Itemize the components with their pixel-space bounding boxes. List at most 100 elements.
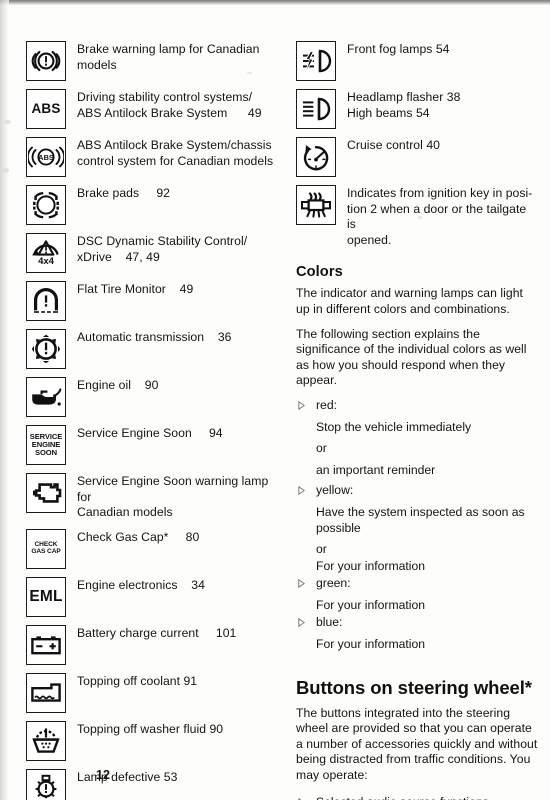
entry-description: Lamp defective 53 [77,769,178,784]
coolant-icon [26,672,66,713]
brake-warning-canadian-icon [26,41,66,81]
check-gas-cap-icon-label: CHECK GAS CAP [31,541,61,555]
buttons-item-label: Selected audio source functions [316,795,489,800]
color-detail: Have the system inspected as soon as pos… [316,504,525,535]
door-open-icon [296,185,336,225]
abs-icon-label: ABS [31,101,61,117]
entry-description: Topping off coolant 91 [77,673,198,688]
entry-description: ABS Antilock Brake System/chassis contro… [77,138,274,168]
entry-headlamp-flasher: Headlamp flasher 38 High beams 54 [296,89,538,129]
manual-page: Brake warning lamp for Canadian models A… [0,0,550,800]
color-detail: For your information [316,558,426,573]
scan-speckle [3,168,9,173]
entry-flat-tire-monitor: Flat Tire Monitor 49 [26,281,284,321]
entry-topping-off-coolant: Topping off coolant 91 [26,672,284,713]
front-fog-lamps-icon [296,41,336,81]
buttons-item-audio: Selected audio source functions [296,795,538,800]
entry-description: Engine oil 90 [77,378,159,392]
scan-speckle [4,120,11,124]
color-item-blue: blue: [296,615,538,631]
headlamp-flasher-icon [296,89,336,129]
page-ref: 47, 49 [125,249,160,264]
colors-paragraph-1: The indicator and warning lamps can ligh… [296,286,523,316]
lamp-defective-icon [26,768,66,800]
entry-description: Brake warning lamp for Canadian models [77,42,260,72]
entry-battery-charge-current: Battery charge current 101 [26,624,284,665]
page-ref: 36 [217,330,232,344]
triangle-bullet-icon [298,579,305,589]
entry-service-engine-soon: SERVICE ENGINE SOON Service Engine Soon … [26,425,284,465]
entry-description: Flat Tire Monitor 49 [77,282,194,296]
page-ref: 101 [215,625,237,640]
entry-brake-warning-canadian: Brake warning lamp for Canadian models [26,41,284,81]
buttons-steering-wheel-section: Buttons on steering wheel* The buttons i… [296,677,538,800]
color-label: green: [316,576,351,591]
dsc-4x4-icon: 4x4 [26,233,66,273]
check-gas-cap-text-icon: CHECK GAS CAP [26,528,66,569]
color-label: blue: [316,615,343,630]
entry-description: DSC Dynamic Stability Control/ xDrive 47… [77,234,248,264]
page-ref: 53 [163,769,178,784]
eml-icon-label: EML [29,587,63,605]
buttons-heading: Buttons on steering wheel* [296,676,532,698]
page-ref: 49 [179,282,194,296]
right-column: Front fog lamps 54 Headlamp flasher 38 H… [296,0,538,800]
entry-engine-electronics: EML Engine electronics 34 [26,576,284,617]
entry-description: Check Gas Cap* 80 [77,529,200,544]
page-ref: 49 [247,105,262,120]
page-ref: 40 [426,138,440,152]
colors-heading: Colors [296,264,343,281]
abs-text-icon: ABS [26,89,66,129]
color-item-green: green: [296,576,538,592]
triangle-bullet-icon [298,400,305,410]
check-engine-icon [26,473,66,513]
entry-description: Cruise control 40 [347,138,440,152]
page-ref: 92 [156,186,170,200]
flat-tire-monitor-icon [26,281,66,321]
colors-paragraph-2: The following section explains the signi… [296,326,527,388]
entry-description: Service Engine Soon warning lamp for Can… [77,474,269,520]
washer-fluid-icon [26,720,66,761]
entry-description: Service Engine Soon 94 [77,426,223,440]
color-detail: For your information [316,597,426,612]
entry-dsc-xdrive: 4x4 DSC Dynamic Stability Control/ xDriv… [26,233,284,273]
triangle-bullet-icon [298,618,305,628]
engine-oil-icon [26,377,66,417]
colors-section: Colors The indicator and warning lamps c… [296,264,538,652]
service-engine-soon-text-icon: SERVICE ENGINE SOON [26,425,66,465]
buttons-paragraph: The buttons integrated into the steering… [296,705,538,783]
entry-check-gas-cap: CHECK GAS CAP Check Gas Cap* 80 [26,528,284,569]
color-label: red: [316,397,338,412]
entry-description: Engine electronics 34 [77,577,205,592]
color-detail: For your information [316,637,426,652]
color-detail: or [316,441,327,456]
dsc-4x4-icon-label: 4x4 [38,256,54,267]
page-ref: 54 [435,42,450,56]
color-detail: Stop the vehicle immediately [316,419,472,434]
color-label: yellow: [316,483,354,498]
cruise-control-icon [296,137,336,177]
entry-description: Front fog lamps 54 [347,42,450,56]
entry-abs-canadian: ABS ABS Antilock Brake System/chassis co… [26,137,284,177]
page-ref: 34 [191,577,205,592]
service-engine-soon-icon-label: SERVICE ENGINE SOON [29,432,63,457]
page-ref: 90 [209,721,224,736]
entry-description: Topping off washer fluid 90 [77,721,224,736]
entry-door-open-indicator: Indicates from ignition key in posi- tio… [296,185,538,248]
automatic-transmission-icon [26,329,66,369]
page-ref: 94 [208,426,223,440]
color-detail: or [316,542,327,557]
left-column: Brake warning lamp for Canadian models A… [26,0,284,800]
entry-front-fog-lamps: Front fog lamps 54 [296,41,538,81]
entry-description: Automatic transmission 36 [77,330,232,344]
eml-text-icon: EML [26,576,66,617]
entry-lamp-defective: Lamp defective 53 [26,768,284,800]
entry-cruise-control: Cruise control 40 [296,137,538,177]
entry-description: Brake pads 92 [77,186,170,200]
entry-topping-off-washer-fluid: Topping off washer fluid 90 [26,720,284,761]
battery-charge-icon [26,624,66,665]
entry-description: Indicates from ignition key in posi- tio… [347,186,533,247]
entry-check-engine-canadian: Service Engine Soon warning lamp for Can… [26,473,284,521]
entry-abs-driving-stability: ABS Driving stability control systems/ A… [26,89,284,129]
brake-pads-icon [26,185,66,225]
